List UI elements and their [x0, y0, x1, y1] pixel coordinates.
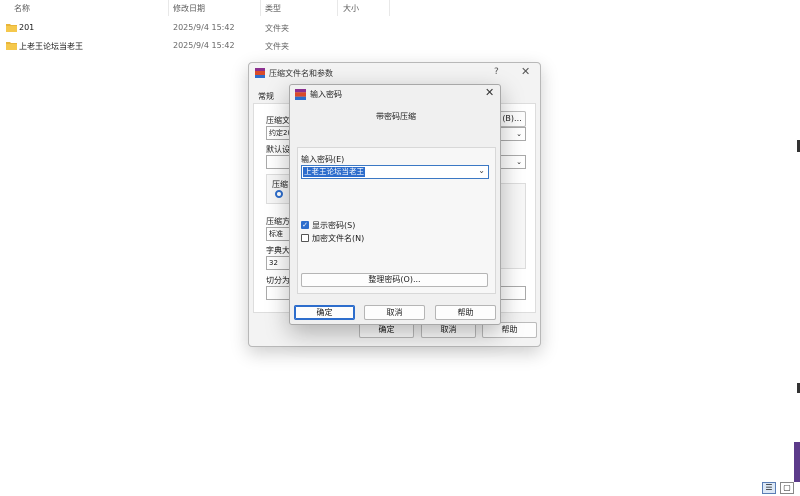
archive-name-label: 压缩文	[266, 116, 290, 125]
close-icon[interactable]: ✕	[485, 86, 494, 99]
password-input[interactable]: 上老王论坛当老王 ⌄	[301, 165, 489, 179]
column-name[interactable]: 名称	[14, 3, 30, 14]
default-label: 默认设	[266, 145, 290, 154]
dialog-title: 压缩文件名和参数	[269, 69, 333, 78]
password-text: 上老王论坛当老王	[303, 167, 365, 177]
profile-dropdown[interactable]: ⌄	[498, 155, 526, 169]
password-dialog: 输入密码 ✕ 带密码压缩 输入密码(E) 上老王论坛当老王 ⌄ ✓ 显示密码(S…	[289, 84, 501, 325]
file-date: 2025/9/4 15:42	[173, 41, 235, 50]
edge-app-strip[interactable]	[794, 442, 800, 482]
column-separator	[337, 0, 338, 16]
file-name: 上老王论坛当老王	[19, 42, 83, 51]
column-modified[interactable]: 修改日期	[173, 3, 205, 14]
column-type[interactable]: 类型	[265, 3, 281, 14]
archive-name-dropdown[interactable]: ⌄	[498, 127, 526, 141]
format-label: 压缩	[272, 180, 288, 189]
ok-button[interactable]: 确定	[294, 305, 355, 320]
checkbox-box	[301, 234, 309, 242]
column-size[interactable]: 大小	[343, 3, 359, 14]
winrar-icon	[295, 89, 306, 100]
encrypt-names-label: 加密文件名(N)	[312, 234, 365, 243]
show-password-label: 显示密码(S)	[312, 221, 356, 230]
dict-label: 字典大	[266, 246, 290, 255]
split-label: 切分为	[266, 276, 290, 285]
show-password-checkbox[interactable]: ✓ 显示密码(S)	[301, 220, 421, 230]
method-label: 压缩方	[266, 217, 290, 226]
format-radio[interactable]	[275, 190, 283, 198]
dialog-subtitle: 带密码压缩	[376, 112, 416, 121]
details-view-button[interactable]: ☰	[762, 482, 776, 494]
password-label: 输入密码(E)	[301, 155, 345, 164]
tab-general[interactable]: 常规	[258, 91, 274, 102]
file-row[interactable]: 201 2025/9/4 15:42 文件夹	[0, 20, 800, 37]
organize-passwords-button[interactable]: 整理密码(O)...	[301, 273, 488, 287]
close-icon[interactable]: ✕	[521, 65, 530, 78]
column-separator	[260, 0, 261, 16]
folder-icon	[6, 24, 17, 32]
folder-icon	[6, 42, 17, 50]
file-type: 文件夹	[265, 24, 289, 33]
file-name: 201	[19, 23, 35, 32]
view-switcher: ☰ ▢	[762, 482, 794, 494]
help-icon[interactable]: ?	[494, 67, 499, 77]
split-unit-field[interactable]	[498, 286, 526, 300]
checkmark-icon: ✓	[301, 221, 309, 229]
file-type: 文件夹	[265, 42, 289, 51]
winrar-icon	[255, 68, 265, 78]
options-group	[498, 183, 526, 269]
file-row[interactable]: 上老王论坛当老王 2025/9/4 15:42 文件夹	[0, 38, 800, 55]
encrypt-names-checkbox[interactable]: 加密文件名(N)	[301, 233, 421, 243]
column-separator	[168, 0, 169, 16]
tiles-view-button[interactable]: ▢	[780, 482, 794, 494]
column-header: 名称 修改日期 类型 大小	[0, 0, 800, 16]
column-separator	[389, 0, 390, 16]
browse-button[interactable]: (B)...	[498, 111, 526, 127]
chevron-down-icon[interactable]: ⌄	[478, 166, 485, 175]
file-date: 2025/9/4 15:42	[173, 23, 235, 32]
cancel-button[interactable]: 取消	[364, 305, 425, 320]
dialog-title: 输入密码	[310, 90, 342, 99]
help-button[interactable]: 帮助	[435, 305, 496, 320]
